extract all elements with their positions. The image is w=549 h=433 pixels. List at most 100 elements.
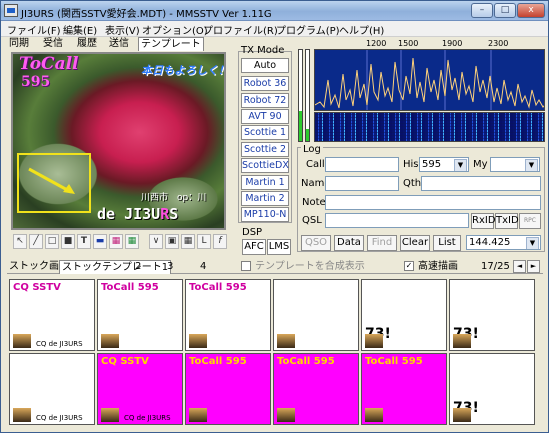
- template-picture[interactable]: ToCall 595 本日もよろしく！ 川西市 op：川 de JI3URS: [11, 52, 226, 230]
- find-button[interactable]: Find: [367, 235, 397, 251]
- mode-scottie2-button[interactable]: Scottie 2: [241, 142, 289, 157]
- fast-draw-checkbox[interactable]: ✓: [404, 261, 414, 271]
- afc-button[interactable]: AFC: [242, 239, 266, 255]
- menu-profile[interactable]: プロファイル(R): [203, 22, 278, 37]
- thumbnail-photo: [13, 408, 31, 422]
- template-thumbnail[interactable]: ToCall 595: [97, 279, 183, 351]
- waterfall-display[interactable]: [314, 112, 545, 142]
- template-thumbnail[interactable]: 73!: [361, 279, 447, 351]
- lms-button[interactable]: LMS: [267, 239, 291, 255]
- template-thumbnail[interactable]: [273, 279, 359, 351]
- chevron-down-icon[interactable]: ▼: [525, 159, 538, 171]
- tx-mode-label: TX Mode: [241, 45, 285, 56]
- maximize-button[interactable]: □: [494, 3, 516, 18]
- qth-input[interactable]: [421, 176, 541, 191]
- dsp-label: DSP: [242, 227, 263, 238]
- menu-program[interactable]: プログラム(P): [276, 22, 340, 37]
- menu-view[interactable]: 表示(V): [105, 22, 140, 37]
- chevron-down-icon[interactable]: ▼: [454, 159, 467, 171]
- image-tool-icon[interactable]: ▣: [165, 234, 179, 249]
- note-input[interactable]: [325, 195, 541, 210]
- txid-button[interactable]: TxID: [495, 213, 519, 229]
- template-thumbnail[interactable]: CQ SSTV CQ de JI3URS: [97, 353, 183, 425]
- fft-scale-tick: 2300: [488, 39, 509, 48]
- qso-button[interactable]: QSO: [301, 235, 331, 251]
- qsl-input[interactable]: [325, 213, 469, 228]
- tab-history[interactable]: 履歴: [75, 37, 99, 51]
- template-thumbnail[interactable]: ToCall 595: [185, 353, 271, 425]
- tab-sync[interactable]: 同期: [7, 37, 31, 51]
- text-tool-icon[interactable]: T: [77, 234, 91, 249]
- menu-options[interactable]: オプション(O): [142, 22, 208, 37]
- rig-indicator[interactable]: RPC: [519, 213, 541, 229]
- log-label: Log: [301, 144, 323, 155]
- minimize-button[interactable]: –: [471, 3, 493, 18]
- grid-overlay-icon[interactable]: ▦: [181, 234, 195, 249]
- my-label: My: [473, 159, 488, 170]
- picture-arrow-icon: [28, 167, 75, 194]
- template-thumbnail[interactable]: CQ SSTV CQ de JI3URS: [9, 279, 95, 351]
- tab-transmit[interactable]: 送信: [107, 37, 131, 51]
- template-thumbnail[interactable]: CQ de JI3URS: [9, 353, 95, 425]
- mode-auto-button[interactable]: Auto: [241, 58, 289, 73]
- menu-file[interactable]: ファイル(F): [7, 22, 61, 37]
- pattern-tool-icon[interactable]: ▦: [109, 234, 123, 249]
- frequency-value: 144.425: [469, 237, 511, 248]
- mode-mp110n-button[interactable]: MP110-N: [241, 207, 289, 222]
- app-icon[interactable]: [4, 4, 18, 17]
- line-tool-icon[interactable]: ╱: [29, 234, 43, 249]
- mode-scottiedx-button[interactable]: ScottieDX: [241, 158, 289, 173]
- tab-receive[interactable]: 受信: [41, 37, 65, 51]
- rxid-button[interactable]: RxID: [471, 213, 496, 229]
- chevron-down-icon[interactable]: ▼: [526, 237, 539, 249]
- data-button[interactable]: Data: [334, 235, 364, 251]
- lock-tool-icon[interactable]: L: [197, 234, 211, 249]
- list-button[interactable]: List: [433, 235, 461, 251]
- color-bar-tool-icon[interactable]: ▬: [93, 234, 107, 249]
- dropdown-tool-icon[interactable]: ∨: [149, 234, 163, 249]
- call-input[interactable]: [325, 157, 399, 172]
- stock-counter: 17/25: [481, 261, 510, 272]
- rectangle-tool-icon[interactable]: □: [45, 234, 59, 249]
- title-bar[interactable]: JI3URS (関西SSTV愛好会.MDT) - MMSSTV Ver 1.11…: [1, 1, 548, 21]
- picture-qth-text: 川西市 op：川: [141, 193, 216, 203]
- menu-help[interactable]: ヘルプ(H): [339, 22, 384, 37]
- template-thumbnail[interactable]: ToCall 595: [273, 353, 359, 425]
- mode-robot72-button[interactable]: Robot 72: [241, 93, 289, 108]
- tab-template[interactable]: テンプレート: [138, 37, 204, 51]
- fill-rect-tool-icon[interactable]: ■: [61, 234, 75, 249]
- template-thumbnail[interactable]: ToCall 595: [185, 279, 271, 351]
- name-input[interactable]: [325, 176, 399, 191]
- tab-stock-template-4[interactable]: 4: [200, 260, 206, 273]
- thumbnail-title: CQ SSTV: [13, 282, 61, 293]
- mode-martin1-button[interactable]: Martin 1: [241, 175, 289, 190]
- thumbnail-photo: [13, 334, 31, 348]
- menu-edit[interactable]: 編集(E): [63, 22, 97, 37]
- prev-page-button[interactable]: ◄: [513, 260, 526, 273]
- template-thumbnail[interactable]: 73!: [449, 279, 535, 351]
- my-rst-select[interactable]: ▼: [490, 157, 540, 172]
- template-thumbnail[interactable]: 73!: [449, 353, 535, 425]
- frequency-select[interactable]: 144.425 ▼: [466, 235, 541, 250]
- close-button[interactable]: x: [517, 3, 545, 18]
- mode-martin2-button[interactable]: Martin 2: [241, 191, 289, 206]
- mode-scottie1-button[interactable]: Scottie 1: [241, 125, 289, 140]
- font-tool-icon[interactable]: f: [213, 234, 227, 249]
- thumbnail-title: ToCall 595: [277, 356, 335, 367]
- grid-tool-icon[interactable]: ▦: [125, 234, 139, 249]
- template-thumbnail[interactable]: ToCall 595: [361, 353, 447, 425]
- his-rst-select[interactable]: 595 ▼: [419, 157, 469, 172]
- fft-spectrum-display[interactable]: [314, 49, 545, 111]
- tab-stock-template-2[interactable]: 2: [135, 260, 141, 273]
- mode-robot36-button[interactable]: Robot 36: [241, 76, 289, 91]
- thumbnail-photo: [365, 334, 383, 348]
- select-tool-icon[interactable]: ↖: [13, 234, 27, 249]
- picture-rst-text: 595: [21, 74, 51, 90]
- overlay-template-checkbox[interactable]: [241, 261, 251, 271]
- clear-button[interactable]: Clear: [400, 235, 430, 251]
- tab-stock-template-1[interactable]: ストックテンプレート1: [59, 260, 172, 274]
- tab-stock-template-3[interactable]: 3: [167, 260, 173, 273]
- mode-avt90-button[interactable]: AVT 90: [241, 109, 289, 124]
- picture-greeting-text: 本日もよろしく！: [141, 64, 226, 77]
- next-page-button[interactable]: ►: [527, 260, 540, 273]
